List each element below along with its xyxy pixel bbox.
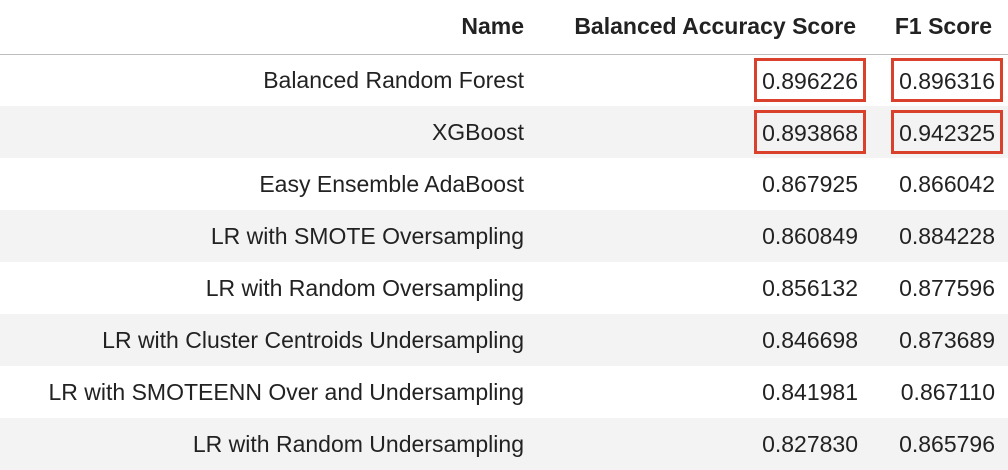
cell-f1-score: 0.867110 bbox=[900, 379, 995, 405]
cell-f1-score: 0.873689 bbox=[868, 314, 1008, 366]
cell-f1-score: 0.884228 bbox=[868, 210, 1008, 262]
cell-balanced-accuracy: 0.860849 bbox=[538, 210, 868, 262]
table-row: LR with Random Oversampling 0.856132 0.8… bbox=[0, 262, 1008, 314]
results-table-container: Name Balanced Accuracy Score F1 Score Ba… bbox=[0, 0, 1008, 470]
table-header-row: Name Balanced Accuracy Score F1 Score bbox=[0, 0, 1008, 55]
column-header-name: Name bbox=[0, 0, 538, 55]
highlighted-value-box: 0.942325 bbox=[891, 110, 1003, 154]
cell-model-name: LR with SMOTE Oversampling bbox=[0, 210, 538, 262]
cell-model-name: Easy Ensemble AdaBoost bbox=[259, 171, 524, 197]
cell-model-name: LR with Cluster Centroids Undersampling bbox=[0, 314, 538, 366]
table-row: XGBoost 0.893868 0.942325 bbox=[0, 106, 1008, 158]
highlighted-value-box: 0.896316 bbox=[891, 58, 1003, 103]
cell-model-name: LR with Random Oversampling bbox=[205, 275, 524, 301]
highlighted-value-box: 0.896226 bbox=[754, 58, 866, 103]
table-row: LR with Cluster Centroids Undersampling … bbox=[0, 314, 1008, 366]
table-body: Balanced Random Forest 0.896226 0.896316… bbox=[0, 54, 1008, 470]
table-row: LR with SMOTEENN Over and Undersampling … bbox=[0, 366, 1008, 418]
column-header-balanced-accuracy: Balanced Accuracy Score bbox=[538, 0, 868, 55]
cell-balanced-accuracy: 0.841981 bbox=[762, 379, 858, 405]
cell-balanced-accuracy: 0.896226 bbox=[538, 54, 868, 106]
cell-model-name: LR with Random Undersampling bbox=[0, 418, 538, 470]
cell-model-name: LR with SMOTEENN Over and Undersampling bbox=[48, 379, 525, 405]
cell-balanced-accuracy: 0.827830 bbox=[538, 418, 868, 470]
cell-balanced-accuracy: 0.893868 bbox=[538, 106, 868, 158]
column-header-f1-score: F1 Score bbox=[868, 0, 1008, 55]
cell-f1-score: 0.877596 bbox=[899, 275, 995, 301]
cell-balanced-accuracy: 0.856132 bbox=[762, 275, 858, 301]
table-row: Balanced Random Forest 0.896226 0.896316 bbox=[0, 54, 1008, 106]
table-row: LR with Random Undersampling 0.827830 0.… bbox=[0, 418, 1008, 470]
cell-f1-score: 0.896316 bbox=[868, 54, 1008, 106]
cell-balanced-accuracy: 0.867925 bbox=[762, 171, 858, 197]
cell-f1-score: 0.942325 bbox=[868, 106, 1008, 158]
cell-f1-score: 0.866042 bbox=[899, 171, 995, 197]
table-row: Easy Ensemble AdaBoost 0.867925 0.866042 bbox=[0, 158, 1008, 210]
cell-f1-score: 0.865796 bbox=[868, 418, 1008, 470]
highlighted-value-box: 0.893868 bbox=[754, 110, 866, 154]
cell-model-name: Balanced Random Forest bbox=[263, 67, 524, 94]
results-table: Name Balanced Accuracy Score F1 Score Ba… bbox=[0, 0, 1008, 470]
cell-balanced-accuracy: 0.846698 bbox=[538, 314, 868, 366]
cell-model-name: XGBoost bbox=[0, 106, 538, 158]
table-row: LR with SMOTE Oversampling 0.860849 0.88… bbox=[0, 210, 1008, 262]
